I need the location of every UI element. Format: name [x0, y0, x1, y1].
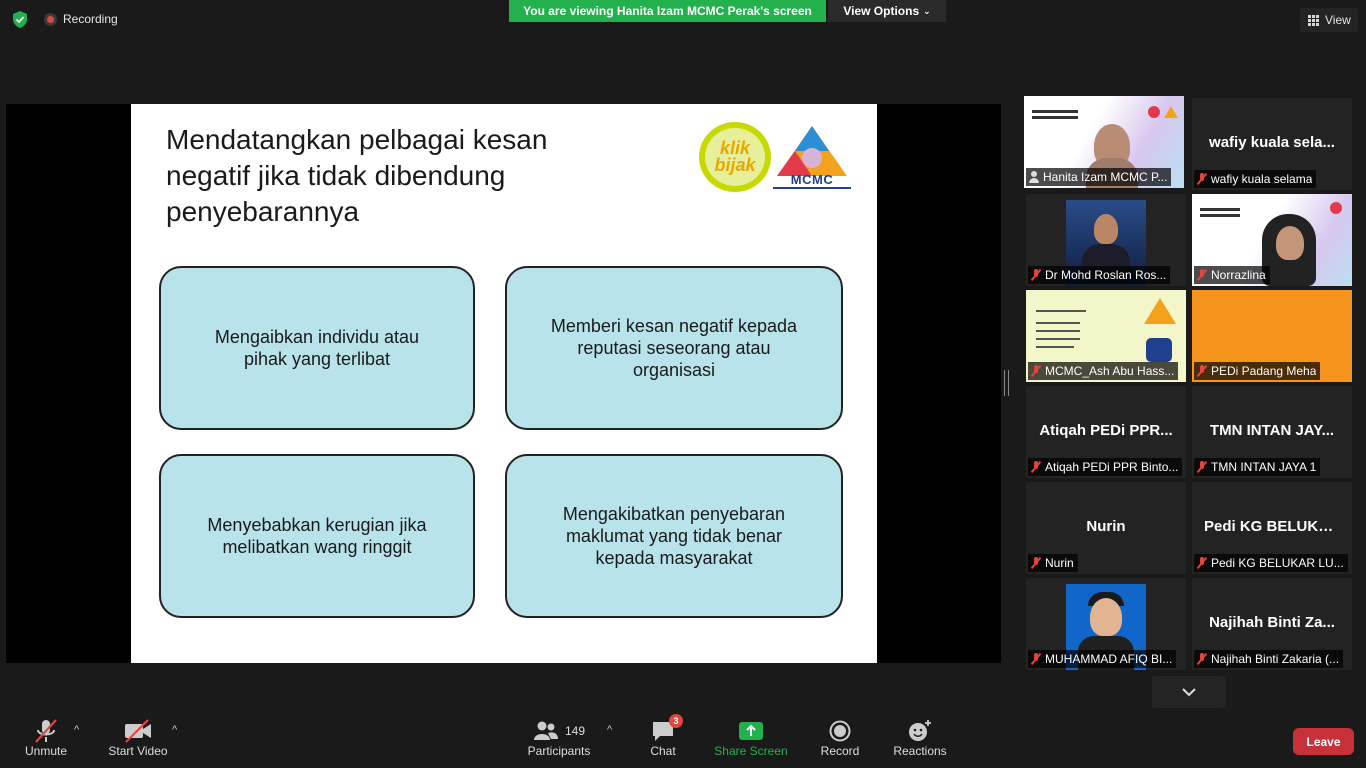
view-button[interactable]: View	[1300, 8, 1358, 32]
participant-display-name: Najihah Binti Za...	[1209, 614, 1335, 631]
mic-muted-icon	[1197, 173, 1207, 185]
chat-unread-badge: 3	[669, 714, 683, 728]
gallery-next-page-button[interactable]	[1152, 676, 1226, 708]
slide-box: Mengaibkan individu atau pihak yang terl…	[159, 266, 475, 430]
klik-dengan-bijak-logo: klik bijak	[699, 122, 771, 192]
slide-box: Memberi kesan negatif kepada reputasi se…	[505, 266, 843, 430]
participants-label: Participants	[527, 744, 591, 758]
participant-name-label: MUHAMMAD AFIQ BI...	[1028, 650, 1177, 668]
participant-tile[interactable]: Norrazlina	[1192, 194, 1352, 286]
mic-muted-icon	[1197, 557, 1207, 569]
participant-name-label: Norrazlina	[1194, 266, 1270, 284]
person-icon	[1029, 171, 1039, 183]
participants-button[interactable]: 149 Participants	[524, 718, 594, 758]
participant-tile[interactable]: Hanita Izam MCMC P...	[1024, 96, 1184, 188]
mcmc-logo-text: MCMC	[773, 172, 851, 189]
mic-muted-icon	[1197, 653, 1207, 665]
participants-icon	[533, 721, 558, 740]
audio-options-caret[interactable]: ^	[74, 724, 79, 736]
video-camera-off-icon	[125, 719, 151, 743]
security-shield-icon[interactable]	[12, 11, 28, 28]
participant-name-label: MCMC_Ash Abu Hass...	[1028, 362, 1179, 380]
start-video-label: Start Video	[108, 744, 168, 758]
reactions-smiley-icon	[909, 720, 931, 741]
recording-label: Recording	[63, 12, 118, 26]
video-options-caret[interactable]: ^	[172, 724, 177, 736]
view-options-label: View Options	[843, 4, 920, 18]
reactions-button[interactable]: Reactions	[892, 718, 948, 758]
mic-muted-icon	[1197, 461, 1207, 473]
chevron-down-icon: ⌄	[923, 5, 931, 16]
shared-screen[interactable]: Mendatangkan pelbagai kesan negatif jika…	[6, 104, 1001, 663]
participant-display-name: Pedi KG BELUKA...	[1204, 518, 1342, 535]
panel-resize-handle[interactable]	[1004, 370, 1009, 396]
participant-name-label: Pedi KG BELUKAR LU...	[1194, 554, 1348, 572]
mic-muted-icon	[1031, 653, 1041, 665]
participant-tile[interactable]: Najihah Binti Za... Najihah Binti Zakari…	[1192, 578, 1352, 670]
view-options-button[interactable]: View Options ⌄	[828, 0, 946, 22]
participant-name-label: TMN INTAN JAYA 1	[1194, 458, 1321, 476]
mic-muted-icon	[1031, 557, 1041, 569]
logo-text: bijak	[714, 155, 756, 175]
mic-muted-icon	[1197, 269, 1207, 281]
slide-box: Mengakibatkan penyebaran maklumat yang t…	[505, 454, 843, 618]
participant-name-label: Dr Mohd Roslan Ros...	[1028, 266, 1171, 284]
leave-button[interactable]: Leave	[1293, 728, 1354, 755]
share-screen-button[interactable]: Share Screen	[713, 718, 789, 758]
participant-name-label: Atiqah PEDi PPR Binto...	[1028, 458, 1183, 476]
participant-tile[interactable]: TMN INTAN JAY... TMN INTAN JAYA 1	[1192, 386, 1352, 478]
participant-name-label: PEDi Padang Meha	[1194, 362, 1321, 380]
participant-tile[interactable]: wafiy kuala sela... wafiy kuala selama	[1192, 98, 1352, 190]
participants-options-caret[interactable]: ^	[607, 724, 612, 736]
grid-icon	[1308, 14, 1319, 26]
mic-muted-icon	[1031, 461, 1041, 473]
participant-tile[interactable]: PEDi Padang Meha	[1192, 290, 1352, 382]
share-screen-icon	[739, 722, 763, 740]
microphone-muted-icon	[35, 719, 57, 743]
record-label: Record	[820, 744, 860, 758]
chat-button[interactable]: 3 Chat	[645, 714, 683, 758]
mic-muted-icon	[1031, 365, 1041, 377]
viewing-banner: You are viewing Hanita Izam MCMC Perak's…	[509, 0, 826, 22]
participant-display-name: TMN INTAN JAY...	[1209, 422, 1335, 439]
participant-tile[interactable]: Nurin Nurin	[1026, 482, 1186, 574]
participant-name-label: Nurin	[1028, 554, 1078, 572]
mic-muted-icon	[1197, 365, 1207, 377]
slide-title: Mendatangkan pelbagai kesan negatif jika…	[166, 124, 548, 227]
record-icon	[829, 720, 851, 742]
participants-count: 149	[564, 724, 586, 738]
unmute-label: Unmute	[24, 744, 68, 758]
participant-name-label: Najihah Binti Zakaria (...	[1194, 650, 1344, 668]
share-screen-label: Share Screen	[714, 744, 788, 758]
participant-tile[interactable]: MUHAMMAD AFIQ BI...	[1026, 578, 1186, 670]
view-label: View	[1325, 13, 1351, 27]
participant-tile[interactable]: Pedi KG BELUKA... Pedi KG BELUKAR LU...	[1192, 482, 1352, 574]
participant-name-label: wafiy kuala selama	[1194, 170, 1317, 188]
slide-box: Menyebabkan kerugian jika melibatkan wan…	[159, 454, 475, 618]
reactions-label: Reactions	[893, 744, 947, 758]
participant-tile[interactable]: Atiqah PEDi PPR... Atiqah PEDi PPR Binto…	[1026, 386, 1186, 478]
participant-name-label: Hanita Izam MCMC P...	[1026, 168, 1172, 186]
chevron-down-icon	[1182, 687, 1196, 696]
chat-label: Chat	[650, 744, 676, 758]
presentation-slide: Mendatangkan pelbagai kesan negatif jika…	[131, 104, 877, 663]
start-video-button[interactable]: Start Video	[106, 718, 170, 758]
participant-display-name: Nurin	[1086, 518, 1126, 535]
record-button[interactable]: Record	[818, 718, 862, 758]
participant-tile[interactable]: Dr Mohd Roslan Ros...	[1026, 194, 1186, 286]
mic-muted-icon	[1031, 269, 1041, 281]
recording-dot-icon	[44, 12, 57, 26]
recording-indicator[interactable]: Recording	[44, 12, 118, 26]
participant-display-name: Atiqah PEDi PPR...	[1039, 422, 1173, 439]
unmute-button[interactable]: Unmute	[22, 718, 70, 758]
participant-display-name: wafiy kuala sela...	[1209, 134, 1335, 151]
participant-tile[interactable]: MCMC_Ash Abu Hass...	[1026, 290, 1186, 382]
